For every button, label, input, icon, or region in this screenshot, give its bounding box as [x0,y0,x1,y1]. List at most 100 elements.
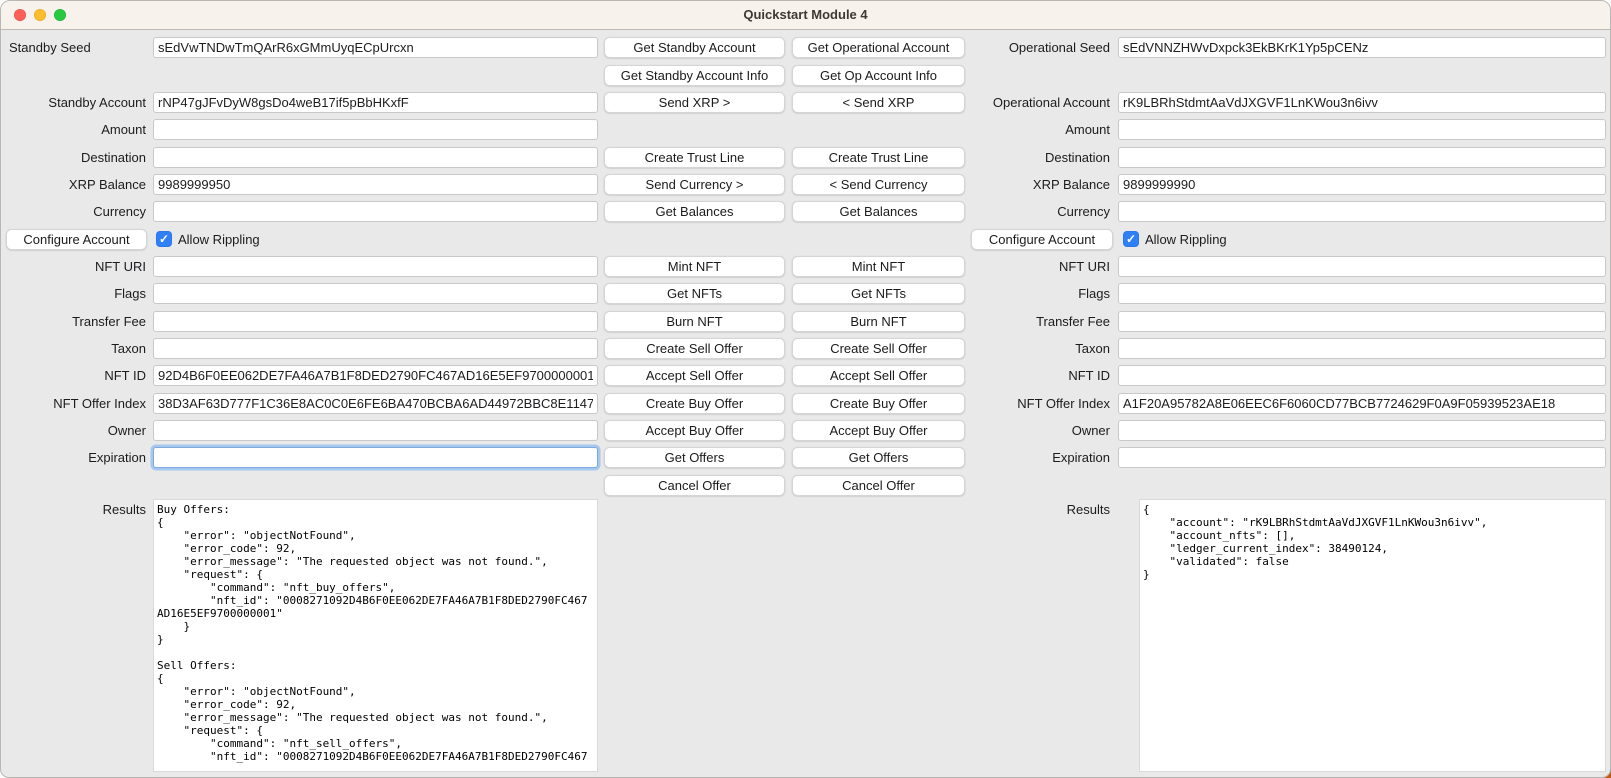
standby-results-text[interactable]: Buy Offers: { "error": "objectNotFound",… [153,499,598,772]
operational-amount-input[interactable] [1118,119,1606,140]
get-standby-account-button[interactable]: Get Standby Account [604,37,785,58]
mint-nft-operational-button[interactable]: Mint NFT [792,256,965,277]
operational-seed-input[interactable] [1118,37,1606,58]
row-seed: Standby Seed Get Standby Account Get Ope… [1,34,1610,61]
operational-currency-input[interactable] [1118,201,1606,222]
operational-account-input[interactable] [1118,92,1606,113]
standby-nft-id-input[interactable] [153,365,598,386]
allow-rippling-standby-checkbox[interactable]: ✓ [156,231,172,247]
standby-currency-label: Currency [1,204,149,219]
operational-nft-offer-index-label: NFT Offer Index [965,396,1113,411]
allow-rippling-operational-label: Allow Rippling [1145,232,1227,247]
standby-nft-offer-index-label: NFT Offer Index [1,396,149,411]
accept-sell-offer-operational-button[interactable]: Accept Sell Offer [792,365,965,386]
standby-owner-input[interactable] [153,420,598,441]
get-balances-standby-button[interactable]: Get Balances [604,201,785,222]
standby-expiration-input[interactable] [153,447,598,468]
standby-owner-label: Owner [1,423,149,438]
send-currency-operational-button[interactable]: < Send Currency [792,174,965,195]
operational-taxon-label: Taxon [965,341,1113,356]
cancel-offer-operational-button[interactable]: Cancel Offer [792,475,965,496]
operational-account-label: Operational Account [965,95,1113,110]
row-nft-id: NFT ID Accept Sell Offer Accept Sell Off… [1,362,1610,389]
standby-taxon-input[interactable] [153,338,598,359]
operational-currency-label: Currency [965,204,1113,219]
operational-results-text[interactable]: { "account": "rK9LBRhStdmtAaVdJXGVF1LnKW… [1139,499,1606,772]
operational-nft-uri-label: NFT URI [965,259,1113,274]
operational-expiration-input[interactable] [1118,447,1606,468]
row-configure-account: Configure Account ✓ Allow Rippling Confi… [1,225,1610,252]
accept-buy-offer-operational-button[interactable]: Accept Buy Offer [792,420,965,441]
send-xrp-standby-button[interactable]: Send XRP > [604,92,785,113]
standby-nft-id-label: NFT ID [1,368,149,383]
create-buy-offer-standby-button[interactable]: Create Buy Offer [604,393,785,414]
get-balances-operational-button[interactable]: Get Balances [792,201,965,222]
operational-owner-input[interactable] [1118,420,1606,441]
create-sell-offer-standby-button[interactable]: Create Sell Offer [604,338,785,359]
operational-nft-id-input[interactable] [1118,365,1606,386]
standby-amount-input[interactable] [153,119,598,140]
allow-rippling-operational-checkbox[interactable]: ✓ [1123,231,1139,247]
mint-nft-standby-button[interactable]: Mint NFT [604,256,785,277]
operational-taxon-input[interactable] [1118,338,1606,359]
get-offers-operational-button[interactable]: Get Offers [792,447,965,468]
row-nft-uri: NFT URI Mint NFT Mint NFT NFT URI [1,253,1610,280]
operational-nft-uri-input[interactable] [1118,256,1606,277]
operational-transfer-fee-label: Transfer Fee [965,314,1113,329]
configure-account-standby-button[interactable]: Configure Account [6,229,147,250]
row-expiration: Expiration Get Offers Get Offers Expirat… [1,444,1610,471]
row-account-info: Get Standby Account Info Get Op Account … [1,61,1610,88]
create-trust-line-operational-button[interactable]: Create Trust Line [792,147,965,168]
standby-transfer-fee-input[interactable] [153,311,598,332]
get-operational-account-button[interactable]: Get Operational Account [792,37,965,58]
create-sell-offer-operational-button[interactable]: Create Sell Offer [792,338,965,359]
send-xrp-operational-button[interactable]: < Send XRP [792,92,965,113]
cancel-offer-standby-button[interactable]: Cancel Offer [604,475,785,496]
standby-nft-uri-label: NFT URI [1,259,149,274]
accept-buy-offer-standby-button[interactable]: Accept Buy Offer [604,420,785,441]
get-offers-standby-button[interactable]: Get Offers [604,447,785,468]
row-owner: Owner Accept Buy Offer Accept Buy Offer … [1,417,1610,444]
window-title: Quickstart Module 4 [1,1,1610,29]
operational-results-label: Results [965,499,1113,517]
create-trust-line-standby-button[interactable]: Create Trust Line [604,147,785,168]
standby-results-label: Results [1,499,149,517]
standby-account-input[interactable] [153,92,598,113]
get-op-account-info-button[interactable]: Get Op Account Info [792,65,965,86]
standby-destination-input[interactable] [153,147,598,168]
standby-nft-offer-index-input[interactable] [153,393,598,414]
operational-flags-input[interactable] [1118,283,1606,304]
operational-destination-input[interactable] [1118,147,1606,168]
burn-nft-standby-button[interactable]: Burn NFT [604,311,785,332]
operational-transfer-fee-input[interactable] [1118,311,1606,332]
operational-amount-label: Amount [965,122,1113,137]
operational-expiration-label: Expiration [965,450,1113,465]
create-buy-offer-operational-button[interactable]: Create Buy Offer [792,393,965,414]
standby-expiration-label: Expiration [1,450,149,465]
operational-seed-label: Operational Seed [965,40,1113,55]
operational-nft-id-label: NFT ID [965,368,1113,383]
row-results: Results Buy Offers: { "error": "objectNo… [1,499,1610,772]
standby-taxon-label: Taxon [1,341,149,356]
standby-seed-input[interactable] [153,37,598,58]
operational-flags-label: Flags [965,286,1113,301]
standby-flags-input[interactable] [153,283,598,304]
row-destination: Destination Create Trust Line Create Tru… [1,143,1610,170]
get-nfts-standby-button[interactable]: Get NFTs [604,283,785,304]
standby-xrp-balance-input[interactable] [153,174,598,195]
row-cancel-offer: Cancel Offer Cancel Offer [1,472,1610,499]
operational-nft-offer-index-input[interactable] [1118,393,1606,414]
standby-nft-uri-input[interactable] [153,256,598,277]
accept-sell-offer-standby-button[interactable]: Accept Sell Offer [604,365,785,386]
configure-account-operational-button[interactable]: Configure Account [971,229,1113,250]
standby-flags-label: Flags [1,286,149,301]
get-nfts-operational-button[interactable]: Get NFTs [792,283,965,304]
send-currency-standby-button[interactable]: Send Currency > [604,174,785,195]
standby-xrp-balance-label: XRP Balance [1,177,149,192]
burn-nft-operational-button[interactable]: Burn NFT [792,311,965,332]
operational-owner-label: Owner [965,423,1113,438]
row-transfer-fee: Transfer Fee Burn NFT Burn NFT Transfer … [1,307,1610,334]
get-standby-account-info-button[interactable]: Get Standby Account Info [604,65,785,86]
standby-currency-input[interactable] [153,201,598,222]
operational-xrp-balance-input[interactable] [1118,174,1606,195]
